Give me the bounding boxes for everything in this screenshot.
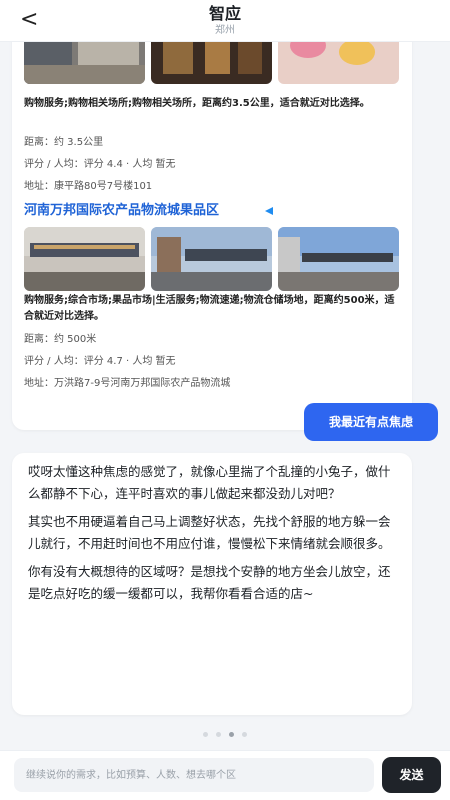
poi-photo-row xyxy=(24,42,399,84)
poi-photo[interactable] xyxy=(24,42,145,84)
poi-photo[interactable] xyxy=(151,42,272,84)
title-group: 智应 郑州 xyxy=(0,5,450,37)
poi-description: 购物服务;综合市场;果品市场|生活服务;物流速递;物流仓储场地，距离约500米，… xyxy=(24,295,395,322)
poi-address: 地址：康平路80号7号楼101 xyxy=(24,181,153,192)
page-dot xyxy=(242,732,247,737)
poi-description: 购物服务;购物相关场所;购物相关场所，距离约3.5公里，适合就近对比选择。 xyxy=(24,98,370,109)
page-title: 智应 xyxy=(208,4,241,23)
poi-results-card: 购物服务;购物相关场所;购物相关场所，距离约3.5公里，适合就近对比选择。 距离… xyxy=(12,42,412,430)
send-button[interactable]: 发送 xyxy=(382,757,441,793)
poi-photo-row xyxy=(24,227,399,291)
poi-rating: 评分 / 人均：评分 4.7 · 人均 暂无 xyxy=(24,356,176,367)
city-subtitle: 郑州 xyxy=(215,25,235,36)
page-dot xyxy=(216,732,221,737)
poi-photo[interactable] xyxy=(278,227,399,291)
poi-distance: 距离：约 500米 xyxy=(24,334,97,345)
page-dot-active xyxy=(229,732,234,737)
ai-message-bubble: 哎呀太懂这种焦虑的感觉了，就像心里揣了个乱撞的小兔子，做什么都静不下心，连平时喜… xyxy=(12,453,412,715)
navigation-arrow-icon[interactable] xyxy=(265,207,273,215)
ai-message-paragraph: 其实也不用硬逼着自己马上调整好状态，先找个舒服的地方躲一会儿就行，不用赶时间也不… xyxy=(28,514,391,551)
ai-message-paragraph: 哎呀太懂这种焦虑的感觉了，就像心里揣了个乱撞的小兔子，做什么都静不下心，连平时喜… xyxy=(28,464,391,501)
poi-photo[interactable] xyxy=(151,227,272,291)
page-indicator xyxy=(0,732,450,737)
composer-bar: 发送 xyxy=(0,750,450,800)
poi-photo[interactable] xyxy=(24,227,145,291)
poi-name-link[interactable]: 河南万邦国际农产品物流城果品区 xyxy=(24,203,219,219)
poi-address: 地址：万洪路7-9号河南万邦国际农产品物流城 xyxy=(24,378,231,389)
top-bar: < 智应 郑州 xyxy=(0,0,450,42)
poi-photo[interactable] xyxy=(278,42,399,84)
poi-distance: 距离：约 3.5公里 xyxy=(24,137,104,148)
poi-rating: 评分 / 人均：评分 4.4 · 人均 暂无 xyxy=(24,159,176,170)
chat-scroll-area[interactable]: 购物服务;购物相关场所;购物相关场所，距离约3.5公里，适合就近对比选择。 距离… xyxy=(0,42,450,750)
page-dot xyxy=(203,732,208,737)
ai-message-paragraph: 你有没有大概想待的区域呀？是想找个安静的地方坐会儿放空，还是吃点好吃的缓一缓都可… xyxy=(28,564,391,601)
message-input[interactable] xyxy=(14,758,374,792)
user-message-bubble: 我最近有点焦虑 xyxy=(304,403,438,441)
